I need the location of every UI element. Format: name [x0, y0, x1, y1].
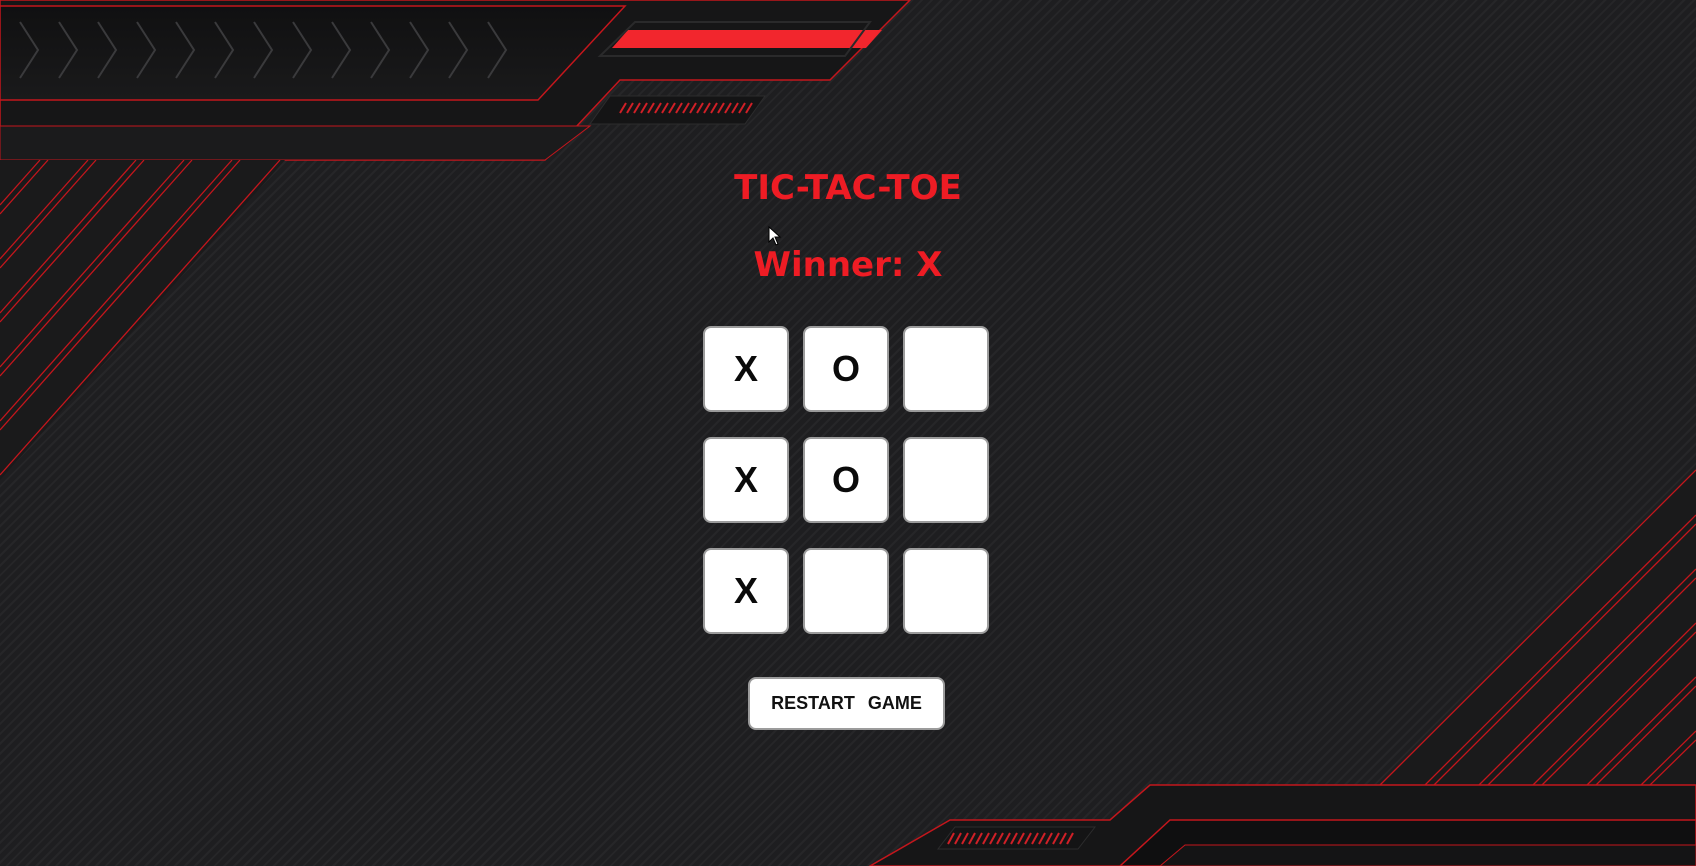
board-cell-r1-c2[interactable]: O — [803, 326, 889, 412]
board-cell-r3-c3[interactable] — [903, 548, 989, 634]
board-cell-r3-c2[interactable] — [803, 548, 889, 634]
board-cell-r1-c3[interactable] — [903, 326, 989, 412]
board-cell-r2-c2[interactable]: O — [803, 437, 889, 523]
board-cell-r2-c1[interactable]: X — [703, 437, 789, 523]
winner-status: Winner: X — [753, 245, 943, 285]
board-cell-r3-c1[interactable]: X — [703, 548, 789, 634]
game-title: TIC-TAC-TOE — [734, 168, 962, 208]
game-board: X O X O X — [703, 326, 991, 634]
board-cell-r2-c3[interactable] — [903, 437, 989, 523]
restart-game-button[interactable]: RESTART GAME — [748, 677, 945, 730]
mouse-pointer-icon — [768, 226, 782, 246]
board-cell-r1-c1[interactable]: X — [703, 326, 789, 412]
